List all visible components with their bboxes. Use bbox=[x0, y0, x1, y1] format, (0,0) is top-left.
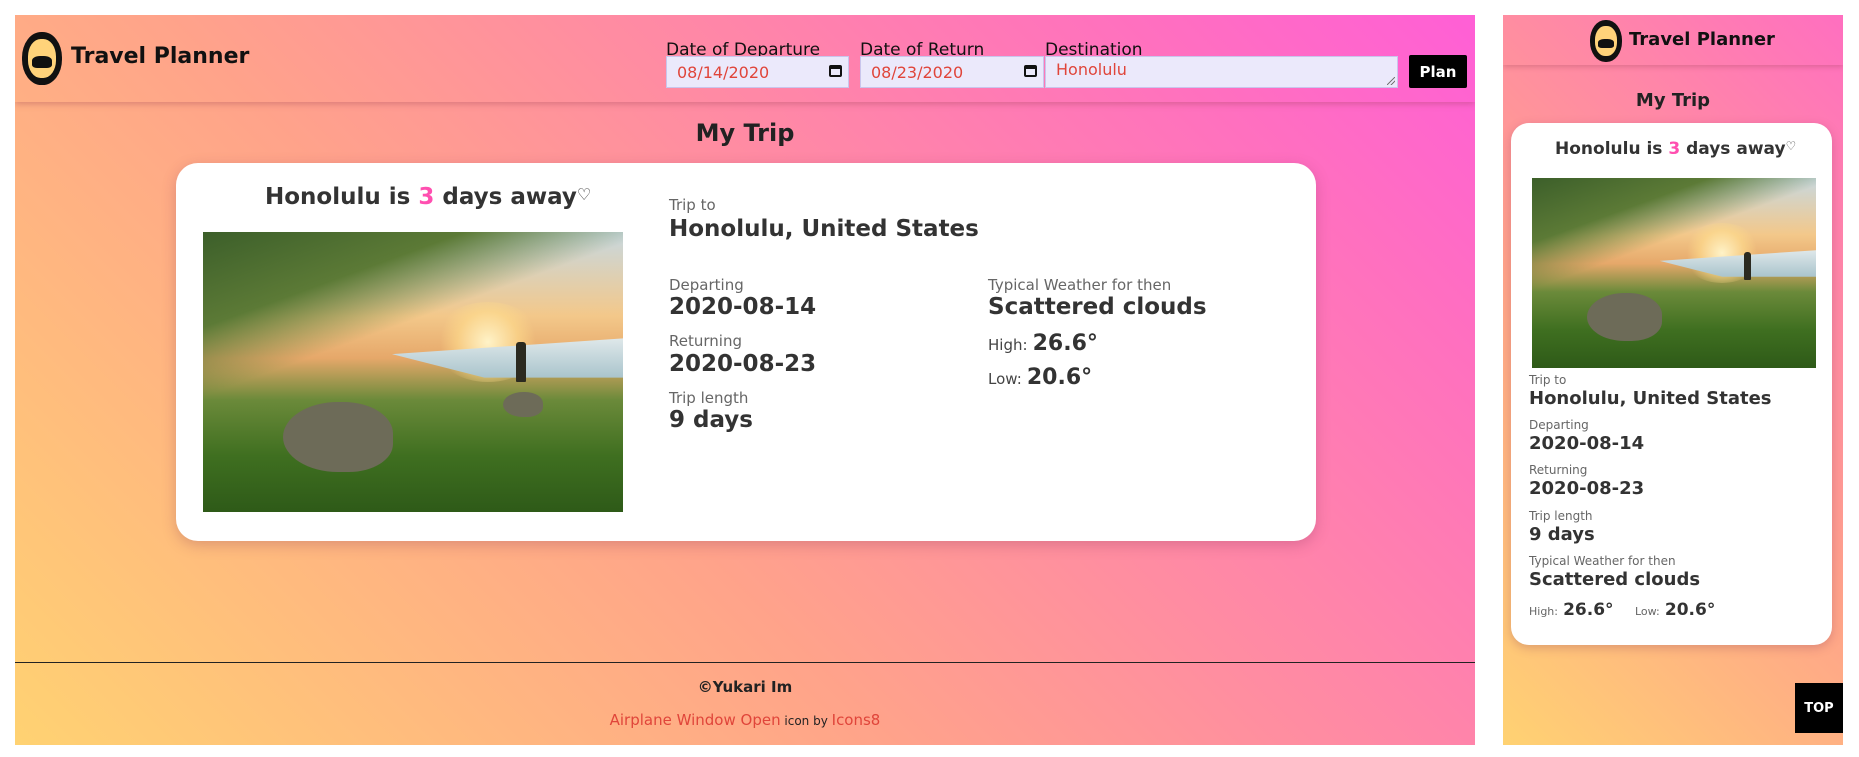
app-title: Travel Planner bbox=[71, 44, 250, 69]
heart-icon[interactable]: ♡ bbox=[577, 185, 591, 204]
departing-label: Departing bbox=[1529, 418, 1589, 432]
icons8-link[interactable]: Icons8 bbox=[832, 711, 881, 729]
destination-input[interactable]: Honolulu bbox=[1045, 56, 1398, 88]
days-away-heading: Honolulu is 3 days away♡ bbox=[265, 184, 592, 210]
airplane-window-icon bbox=[22, 32, 62, 85]
trip-length-label: Trip length bbox=[1529, 509, 1593, 523]
low-temp: Low: 20.6° bbox=[988, 365, 1093, 390]
days-away-heading: Honolulu is 3 days away♡ bbox=[1555, 139, 1797, 159]
trip-card: Honolulu is 3 days away♡ Trip to Honolul… bbox=[176, 163, 1316, 541]
return-date-value: 08/23/2020 bbox=[871, 63, 964, 82]
destination-photo bbox=[203, 232, 623, 512]
weather-description: Scattered clouds bbox=[1529, 569, 1701, 590]
trip-to-label: Trip to bbox=[1529, 373, 1567, 387]
airplane-window-icon bbox=[1590, 20, 1622, 62]
resize-grip-icon[interactable] bbox=[1387, 77, 1395, 85]
icon-link[interactable]: Airplane Window Open bbox=[610, 711, 781, 729]
trip-length: 9 days bbox=[669, 407, 753, 433]
weather-label: Typical Weather for then bbox=[988, 276, 1172, 294]
trip-to-label: Trip to bbox=[669, 196, 716, 214]
returning-date: 2020-08-23 bbox=[669, 351, 817, 377]
days-away-count: 3 bbox=[1668, 139, 1681, 159]
heart-icon[interactable]: ♡ bbox=[1786, 139, 1797, 153]
app-title: Travel Planner bbox=[1629, 29, 1775, 50]
departure-date-input[interactable]: 08/14/2020 bbox=[666, 56, 849, 88]
departing-date: 2020-08-14 bbox=[669, 294, 817, 320]
mobile-header: Travel Planner bbox=[1503, 15, 1843, 65]
return-date-input[interactable]: 08/23/2020 bbox=[860, 56, 1044, 88]
trip-destination: Honolulu, United States bbox=[669, 216, 979, 242]
calendar-icon[interactable] bbox=[829, 65, 842, 77]
trip-card: Honolulu is 3 days away♡ Trip to Honolul… bbox=[1511, 123, 1832, 645]
high-temp: High: 26.6° bbox=[988, 331, 1098, 356]
icon-credit: Airplane Window Open icon by Icons8 bbox=[609, 711, 881, 729]
destination-photo bbox=[1532, 178, 1816, 368]
returning-date: 2020-08-23 bbox=[1529, 478, 1645, 499]
section-title: My Trip bbox=[1635, 90, 1711, 111]
departure-date-value: 08/14/2020 bbox=[677, 63, 770, 82]
header: Travel Planner Date of Departure 08/14/2… bbox=[15, 15, 1475, 102]
calendar-icon[interactable] bbox=[1024, 65, 1037, 77]
returning-label: Returning bbox=[1529, 463, 1588, 477]
low-temp: Low: 20.6° bbox=[1635, 600, 1716, 620]
weather-label: Typical Weather for then bbox=[1529, 554, 1676, 568]
footer: ©Yukari Im Airplane Window Open icon by … bbox=[15, 662, 1475, 745]
back-to-top-button[interactable]: TOP bbox=[1795, 683, 1843, 733]
section-title: My Trip bbox=[695, 119, 795, 147]
weather-description: Scattered clouds bbox=[988, 294, 1207, 320]
trip-length-label: Trip length bbox=[669, 389, 749, 407]
plan-button[interactable]: Plan bbox=[1409, 55, 1467, 88]
copyright: ©Yukari Im bbox=[697, 678, 793, 696]
mobile-view: Travel Planner My Trip Honolulu is 3 day… bbox=[1503, 15, 1843, 745]
days-away-count: 3 bbox=[418, 184, 435, 210]
high-temp: High: 26.6° bbox=[1529, 600, 1614, 620]
destination-value: Honolulu bbox=[1056, 60, 1127, 79]
returning-label: Returning bbox=[669, 332, 742, 350]
trip-destination: Honolulu, United States bbox=[1529, 388, 1772, 409]
desktop-view: Travel Planner Date of Departure 08/14/2… bbox=[15, 15, 1475, 745]
departing-date: 2020-08-14 bbox=[1529, 433, 1645, 454]
trip-length: 9 days bbox=[1529, 524, 1595, 545]
departing-label: Departing bbox=[669, 276, 744, 294]
